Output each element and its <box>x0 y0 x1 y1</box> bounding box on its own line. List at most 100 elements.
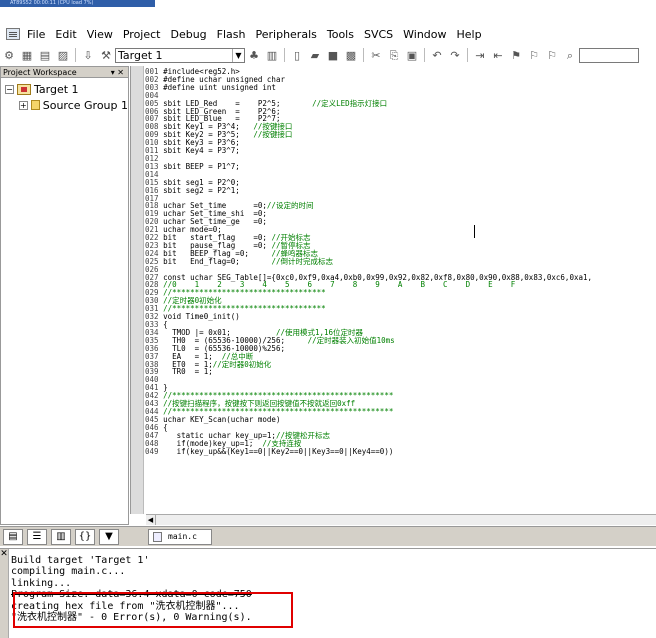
window-title: AT89S52 00:00:11 (CPU load 7%) <box>0 0 155 7</box>
code-text[interactable]: 001 #include<reg52.h> 002 #define uchar u… <box>145 68 592 455</box>
target-select-value: Target 1 <box>118 48 163 62</box>
code-line[interactable]: 032 void Time0_init() <box>145 313 592 321</box>
code-comment: //设定的时间 <box>266 201 314 211</box>
copy-icon[interactable]: ⎘ <box>386 48 402 63</box>
menu-svcs[interactable]: SVCS <box>359 28 398 41</box>
code-editor[interactable]: 001 #include<reg52.h> 002 #define uchar u… <box>130 66 656 514</box>
unindent-icon[interactable]: ⇤ <box>490 48 506 63</box>
editor-gutter <box>131 66 144 514</box>
tree-item-target[interactable]: − Target 1 <box>5 81 128 97</box>
new-file-icon[interactable]: ▯ <box>289 48 305 63</box>
save-all-icon[interactable]: ▩ <box>343 48 359 63</box>
tree-item-source-group[interactable]: + Source Group 1 <box>5 97 128 113</box>
indent-icon[interactable]: ⇥ <box>472 48 488 63</box>
workspace-close-icon[interactable]: ▾ ✕ <box>111 67 124 78</box>
menu-project[interactable]: Project <box>118 28 166 41</box>
cut-icon[interactable]: ✂ <box>368 48 384 63</box>
toolbar-separator <box>424 48 425 62</box>
code-segment: if(key_up&&(Key1==0||Key2==0||Key3==0||K… <box>163 446 394 456</box>
code-segment: bit End_flag=0; <box>163 256 272 266</box>
find-combo[interactable] <box>579 47 639 63</box>
tree-expander[interactable]: + <box>19 100 28 110</box>
output-line: Build target 'Target 1' <box>11 555 150 566</box>
code-segment: void Time0_init() <box>163 312 240 322</box>
code-line[interactable]: 040 <box>145 376 592 384</box>
functions-tab-icon[interactable]: {} <box>75 528 95 545</box>
toolbar-separator <box>284 48 285 62</box>
menu-edit[interactable]: Edit <box>50 28 81 41</box>
find-icon[interactable]: ⌕ <box>562 48 578 63</box>
code-segment: sbit Key4 = P3^7; <box>163 146 240 156</box>
output-line: linking... <box>11 577 72 589</box>
components-icon[interactable]: ▥ <box>264 48 280 63</box>
output-close-icon[interactable]: ✕ <box>0 549 9 638</box>
code-segment: TR0 = 1; <box>163 367 213 377</box>
menu-view[interactable]: View <box>82 28 118 41</box>
code-comment: //定义LED指示灯接口 <box>312 98 388 108</box>
workspace-title: Project Workspace <box>3 68 77 77</box>
target-options-icon[interactable]: ♣ <box>246 48 262 63</box>
code-line[interactable]: 045 uchar KEY_Scan(uchar mode) <box>145 414 592 424</box>
undo-icon[interactable]: ↶ <box>429 48 445 63</box>
build-icon[interactable]: ⚙ <box>1 48 17 63</box>
paste-icon[interactable]: ▣ <box>404 48 420 63</box>
menu-file[interactable]: File <box>22 28 50 41</box>
toolbar: ⚙ ▦ ▤ ▨ ⇩ ⚒ Target 1 ▼ ♣ ▥ ▯ ▰ ■ ▩ ✂ ⎘ ▣… <box>0 45 656 65</box>
horizontal-scrollbar[interactable]: ◀ <box>146 514 656 525</box>
tree-item-label: Target 1 <box>34 82 79 96</box>
rebuild-icon[interactable]: ▦ <box>19 48 35 63</box>
menu-bar: File Edit View Project Debug Flash Perip… <box>0 25 656 43</box>
document-icon <box>6 28 20 40</box>
code-segment: uchar KEY_Scan(uchar mode) <box>163 414 281 424</box>
menu-flash[interactable]: Flash <box>212 28 251 41</box>
file-icon <box>153 531 162 542</box>
tab-label: main.c <box>168 532 197 541</box>
regs-tab-icon[interactable]: ☰ <box>27 528 47 545</box>
code-line[interactable]: 003 #define uint unsigned int <box>145 83 592 92</box>
editor-tabs: main.c <box>146 526 656 546</box>
prev-bookmark-icon[interactable]: ⚐ <box>526 48 542 63</box>
next-bookmark-icon[interactable]: ⚐ <box>544 48 560 63</box>
books-tab-icon[interactable]: ▥ <box>51 528 71 545</box>
bookmark-icon[interactable]: ⚑ <box>508 48 524 63</box>
save-icon[interactable]: ■ <box>325 48 341 63</box>
target-icon <box>17 83 31 95</box>
code-comment: //定时器装入初始值10ms <box>307 335 395 345</box>
toolbar-separator <box>467 48 468 62</box>
code-line[interactable]: 016 sbit seg2 = P2^1; <box>145 185 592 195</box>
text-caret <box>474 225 475 238</box>
batch-build-icon[interactable]: ▤ <box>37 48 53 63</box>
workspace-header: Project Workspace ▾ ✕ <box>1 67 128 78</box>
code-line[interactable]: 011 sbit Key4 = P3^7; <box>145 147 592 155</box>
tab-main-c[interactable]: main.c <box>148 528 212 545</box>
code-comment: //定时器0初始化 <box>212 359 272 369</box>
target-select[interactable]: Target 1 ▼ <box>115 47 245 63</box>
code-comment: //按键接口 <box>253 130 293 140</box>
download-icon[interactable]: ⇩ <box>80 48 96 63</box>
files-tab-icon[interactable]: ▤ <box>3 528 23 545</box>
menu-debug[interactable]: Debug <box>165 28 211 41</box>
menu-window[interactable]: Window <box>398 28 451 41</box>
code-line[interactable]: 013 sbit BEEP = P1^7; <box>145 161 592 171</box>
scroll-left-icon[interactable]: ◀ <box>146 515 156 525</box>
tree-expander[interactable]: − <box>5 84 14 94</box>
menu-tools[interactable]: Tools <box>322 28 359 41</box>
chevron-down-icon[interactable]: ▼ <box>232 48 244 62</box>
code-segment: sbit BEEP = P1^7; <box>163 161 240 171</box>
code-line[interactable]: 025 bit End_flag=0; //倒计时完成标志 <box>145 256 592 266</box>
menu-help[interactable]: Help <box>452 28 487 41</box>
open-file-icon[interactable]: ▰ <box>307 48 323 63</box>
redo-icon[interactable]: ↷ <box>447 48 463 63</box>
code-segment: sbit seg2 = P2^1; <box>163 185 240 195</box>
templates-tab-icon[interactable]: ▼ <box>99 528 119 545</box>
translate-icon[interactable]: ▨ <box>55 48 71 63</box>
highlight-box <box>13 592 293 628</box>
code-line[interactable]: 049 if(key_up&&(Key1==0||Key2==0||Key3==… <box>145 446 592 456</box>
menu-peripherals[interactable]: Peripherals <box>251 28 322 41</box>
code-comment: //倒计时完成标志 <box>271 256 333 266</box>
line-number: 049 <box>145 446 164 456</box>
output-line: compiling main.c... <box>11 566 126 578</box>
title-strip: AT89S52 00:00:11 (CPU load 7%) <box>0 0 656 20</box>
code-line[interactable]: 039 TR0 = 1; <box>145 368 592 376</box>
options-icon[interactable]: ⚒ <box>98 48 114 63</box>
